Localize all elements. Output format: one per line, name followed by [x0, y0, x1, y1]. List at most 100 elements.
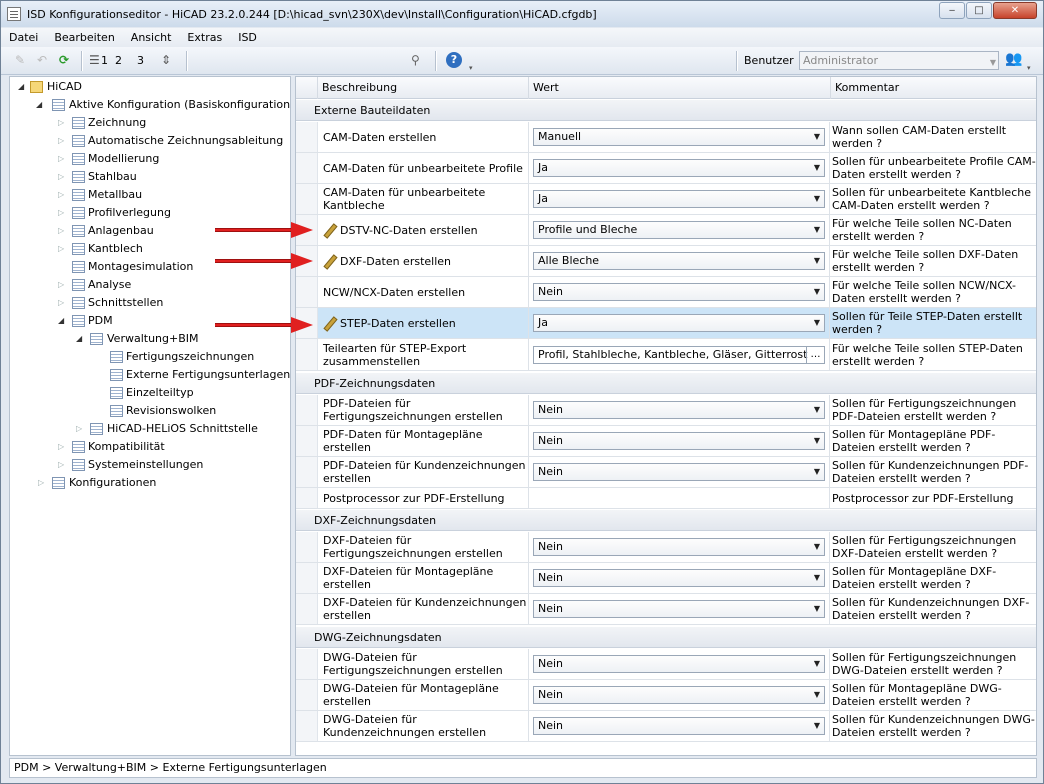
header-kommentar[interactable]: Kommentar: [831, 77, 1036, 99]
config-tree[interactable]: ◢ HiCAD ◢ Aktive Konfiguration (Basiskon…: [9, 76, 294, 756]
value-select[interactable]: Nein ▼: [533, 538, 825, 556]
pane-splitter[interactable]: [291, 76, 294, 756]
menu-bearbeiten[interactable]: Bearbeiten: [46, 31, 122, 44]
collapse-icon[interactable]: ◢: [36, 100, 45, 110]
table-row-selected[interactable]: STEP-Daten erstellen Ja ▼ Sollen für Teil…: [296, 308, 1036, 339]
level-2-icon[interactable]: 2: [115, 53, 122, 68]
menu-isd[interactable]: ISD: [230, 31, 265, 44]
tree-label: Einzelteiltyp: [126, 386, 194, 399]
table-row[interactable]: NCW/NCX-Daten erstellen Nein ▼ Für welche…: [296, 277, 1036, 308]
value-select[interactable]: Ja ▼: [533, 159, 825, 177]
expand-icon[interactable]: ▷: [58, 154, 67, 164]
value-select[interactable]: Manuell ▼: [533, 128, 825, 146]
row-comment: Sollen für Fertigungszeichnungen DWG-Dat…: [832, 651, 1017, 677]
app-window: ISD Konfigurationseditor - HiCAD 23.2.0.…: [0, 0, 1044, 784]
arrow-head: [291, 222, 313, 238]
table-row[interactable]: DSTV-NC-Daten erstellen Profile und Blec…: [296, 215, 1036, 246]
table-row[interactable]: DWG-Dateien für Kundenzeichnungen erstel…: [296, 711, 1036, 742]
window-title: ISD Konfigurationseditor - HiCAD 23.2.0.…: [27, 7, 597, 21]
table-row[interactable]: DXF-Dateien für Kundenzeichnungen erstel…: [296, 594, 1036, 625]
chevron-down-icon: ▼: [813, 573, 820, 582]
value-select[interactable]: Nein ▼: [533, 463, 825, 481]
value-select[interactable]: Alle Bleche ▼: [533, 252, 825, 270]
row-value-cell[interactable]: [528, 488, 830, 508]
table-row[interactable]: DWG-Dateien für Fertigungszeichnungen er…: [296, 649, 1036, 680]
header-beschreibung[interactable]: Beschreibung: [318, 77, 529, 99]
menu-ansicht[interactable]: Ansicht: [123, 31, 180, 44]
table-icon: [72, 459, 85, 471]
expand-icon[interactable]: ▷: [58, 172, 67, 182]
refresh-icon[interactable]: ⟳: [59, 53, 69, 68]
value-select[interactable]: Nein ▼: [533, 717, 825, 735]
expand-all-icon[interactable]: ⇕: [161, 53, 171, 68]
expand-icon[interactable]: ▷: [58, 298, 67, 308]
table-row[interactable]: PDF-Dateien für Fertigungszeichnungen er…: [296, 395, 1036, 426]
section-header[interactable]: Externe Bauteildaten: [296, 99, 1036, 121]
expand-icon[interactable]: ▷: [58, 460, 67, 470]
section-header[interactable]: DXF-Zeichnungsdaten: [296, 509, 1036, 531]
binoculars-icon[interactable]: ⚲: [411, 53, 420, 68]
toolbar-separator: [435, 51, 436, 71]
expand-icon[interactable]: ▷: [58, 280, 67, 290]
table-row[interactable]: Postprocessor zur PDF-Erstellung Postpro…: [296, 488, 1036, 509]
value-picker[interactable]: Profil, Stahlbleche, Kantbleche, Gläser,…: [533, 345, 825, 364]
edit-pencil-icon[interactable]: ✎: [15, 53, 25, 68]
value-select[interactable]: Ja ▼: [533, 190, 825, 208]
close-button[interactable]: ✕: [993, 2, 1037, 19]
undo-icon[interactable]: ↶: [37, 53, 47, 68]
ellipsis-button[interactable]: …: [806, 346, 824, 363]
toolbar-overflow-icon[interactable]: ▾: [469, 61, 473, 76]
arrow-head: [291, 317, 313, 333]
table-row[interactable]: DXF-Dateien für Fertigungszeichnungen er…: [296, 532, 1036, 563]
table-icon: [110, 405, 123, 417]
section-header[interactable]: PDF-Zeichnungsdaten: [296, 372, 1036, 394]
chevron-down-icon: ▼: [813, 405, 820, 414]
level-1-icon[interactable]: ☰: [89, 53, 100, 68]
section-header[interactable]: DWG-Zeichnungsdaten: [296, 626, 1036, 648]
user-select[interactable]: Administrator ▼: [799, 51, 999, 70]
table-row[interactable]: PDF-Dateien für Kundenzeichnungen erstel…: [296, 457, 1036, 488]
table-row[interactable]: Teilearten für STEP-Export zusammenstell…: [296, 339, 1036, 371]
value-select[interactable]: Nein ▼: [533, 600, 825, 618]
value-select[interactable]: Nein ▼: [533, 655, 825, 673]
table-row[interactable]: DWG-Dateien für Montagepläne erstellen N…: [296, 680, 1036, 711]
collapse-icon[interactable]: ◢: [76, 334, 85, 344]
value-select[interactable]: Nein ▼: [533, 569, 825, 587]
row-gutter: [296, 339, 318, 370]
expand-icon[interactable]: ▷: [58, 244, 67, 254]
expand-icon[interactable]: ▷: [58, 208, 67, 218]
value-select[interactable]: Nein ▼: [533, 432, 825, 450]
help-icon[interactable]: ?: [446, 52, 462, 68]
maximize-button[interactable]: □: [966, 2, 992, 19]
expand-icon[interactable]: ▷: [58, 136, 67, 146]
expand-icon[interactable]: ▷: [76, 424, 85, 434]
app-icon: [7, 7, 21, 21]
header-wert[interactable]: Wert: [529, 77, 831, 99]
menu-extras[interactable]: Extras: [179, 31, 230, 44]
table-row[interactable]: DXF-Daten erstellen Alle Bleche ▼ Für wel…: [296, 246, 1036, 277]
table-row[interactable]: CAM-Daten für unbearbeitete Profile Ja ▼ …: [296, 153, 1036, 184]
menu-datei[interactable]: Datei: [1, 31, 46, 44]
minimize-button[interactable]: ‒: [939, 2, 965, 19]
expand-icon[interactable]: ▷: [58, 118, 67, 128]
expand-icon[interactable]: ▷: [58, 190, 67, 200]
row-value-cell: Nein ▼: [528, 532, 830, 562]
value-select[interactable]: Ja ▼: [533, 314, 825, 332]
value-select[interactable]: Profile und Bleche ▼: [533, 221, 825, 239]
tree-label: Analyse: [88, 278, 132, 291]
value-select[interactable]: Nein ▼: [533, 283, 825, 301]
table-row[interactable]: DXF-Dateien für Montagepläne erstellen N…: [296, 563, 1036, 594]
toolbar-overflow-icon-right[interactable]: ▾: [1027, 61, 1031, 76]
expand-icon[interactable]: ▷: [38, 478, 47, 488]
collapse-icon[interactable]: ◢: [58, 316, 67, 326]
value-select[interactable]: Nein ▼: [533, 686, 825, 704]
collapse-icon[interactable]: ◢: [18, 82, 27, 92]
expand-icon[interactable]: ▷: [58, 226, 67, 236]
value-select[interactable]: Nein ▼: [533, 401, 825, 419]
table-row[interactable]: PDF-Daten für Montagepläne erstellen Nei…: [296, 426, 1036, 457]
table-row[interactable]: CAM-Daten für unbearbeitete Kantbleche J…: [296, 184, 1036, 215]
users-icon[interactable]: 👥: [1005, 52, 1022, 67]
level-3-icon[interactable]: 3: [137, 53, 144, 68]
expand-icon[interactable]: ▷: [58, 442, 67, 452]
table-row[interactable]: CAM-Daten erstellen Manuell ▼ Wann sollen…: [296, 122, 1036, 153]
